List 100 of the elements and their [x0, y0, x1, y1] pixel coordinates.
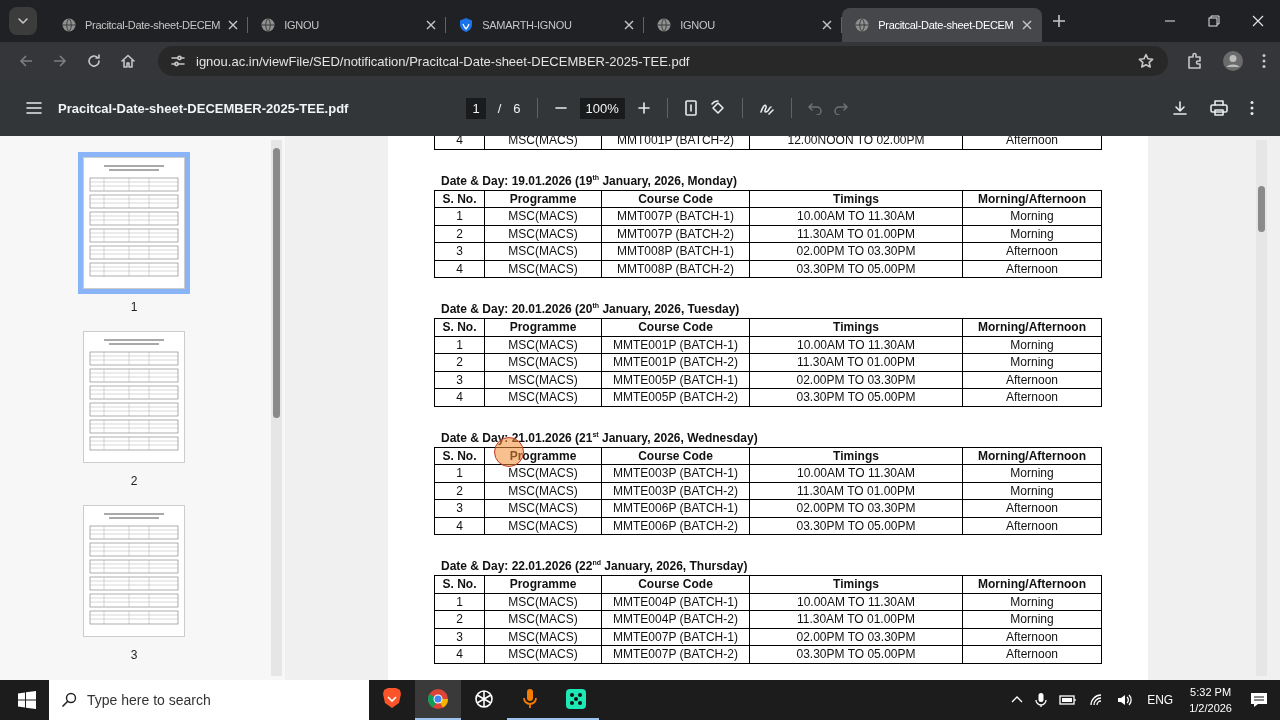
browser-tab[interactable]: SAMARTH-IGNOU — [446, 8, 645, 42]
notifications-icon[interactable] — [1250, 692, 1268, 708]
reload-icon[interactable] — [86, 53, 102, 69]
table-cell: MSC(MACS) — [485, 243, 602, 261]
table-cell: MSC(MACS) — [485, 500, 602, 518]
language-indicator[interactable]: ENG — [1147, 693, 1174, 707]
speaker-icon[interactable] — [1117, 693, 1134, 707]
table-cell: 4 — [435, 260, 485, 278]
close-icon[interactable] — [426, 20, 437, 30]
date-heading: Date & Day: 20.01.2026 (20$^{th}$ January, 2026, Tuesday) — [440, 301, 741, 317]
scrollbar[interactable] — [1256, 140, 1267, 676]
close-icon[interactable] — [1252, 15, 1264, 27]
table-cell: Afternoon — [963, 389, 1102, 407]
table-cell: MSC(MACS) — [485, 646, 602, 664]
table-cell: Morning — [963, 225, 1102, 243]
download-icon[interactable] — [1172, 100, 1188, 116]
clock-time[interactable]: 5:32 PM — [1190, 684, 1232, 700]
column-header: S. No. — [435, 447, 485, 465]
table-cell: MMTE005P (BATCH-2) — [602, 389, 750, 407]
redo-icon[interactable] — [833, 101, 848, 115]
globe-icon — [656, 17, 673, 33]
date-heading: Date & Day: 19.01.2026 (19$^{th}$ January, 2026, Monday) — [440, 172, 738, 189]
page-label: 1 — [130, 300, 138, 314]
table-cell: 3 — [435, 243, 485, 261]
column-header: Course Code — [602, 190, 750, 208]
undo-icon[interactable] — [807, 101, 822, 115]
table-cell: Morning — [963, 208, 1102, 226]
battery-icon[interactable] — [1059, 694, 1078, 706]
menu-icon[interactable] — [26, 101, 42, 115]
dice-icon — [564, 687, 588, 711]
microphone-icon[interactable] — [1035, 692, 1048, 708]
table-cell: MMTE004P (BATCH-1) — [602, 593, 750, 611]
avatar-icon[interactable] — [1222, 50, 1244, 72]
zoom-in-icon[interactable] — [636, 101, 651, 115]
more-icon[interactable] — [1262, 53, 1266, 69]
scrollbar[interactable] — [271, 140, 282, 676]
scrollbar-thumb[interactable] — [1258, 186, 1265, 232]
windows-start-icon[interactable] — [18, 691, 36, 709]
extensions-icon[interactable] — [1186, 52, 1204, 70]
table-cell: MSC(MACS) — [485, 354, 602, 372]
zoom-field[interactable]: 100% — [579, 97, 625, 119]
column-header: Morning/Afternoon — [963, 190, 1102, 208]
taskbar-app[interactable] — [415, 680, 461, 720]
search-icon — [61, 692, 77, 708]
table-cell: Afternoon — [963, 628, 1102, 646]
table-cell: 4 — [435, 389, 485, 407]
address-field[interactable]: ignou.ac.in/viewFile/SED/notification/Pracitcal-Date-sheet-DECEMBER-2025-TEE.pdf — [158, 46, 1168, 76]
table-cell: 4 — [435, 517, 485, 535]
table-cell: 10.00AM TO 11.30AM — [750, 336, 963, 354]
close-icon[interactable] — [1021, 20, 1032, 30]
date-heading: Date & Day: 22.01.2026 (22$^{nd}$ January, 2026, Thursday) — [440, 558, 749, 574]
table-cell: MSC(MACS) — [485, 208, 602, 226]
page-number-field[interactable]: 1 — [466, 97, 486, 119]
browser-tab[interactable]: IGNOU — [644, 8, 843, 42]
close-icon[interactable] — [624, 20, 635, 30]
column-header: Timings — [750, 319, 963, 337]
table-cell: 03.30PM TO 05.00PM — [750, 646, 963, 664]
star-icon[interactable] — [1138, 53, 1154, 69]
table-cell: MMTE003P (BATCH-2) — [602, 482, 750, 500]
table-cell: MSC(MACS) — [485, 260, 602, 278]
globe-icon — [854, 17, 871, 33]
page-thumbnail[interactable] — [78, 152, 190, 294]
restore-icon[interactable] — [1208, 15, 1220, 27]
new-tab-icon[interactable] — [1051, 14, 1066, 28]
column-header: Course Code — [602, 319, 750, 337]
browser-tab[interactable]: Pracitcal-Date-sheet-DECEM — [49, 8, 249, 42]
back-icon[interactable] — [18, 53, 34, 69]
browser-tab[interactable]: IGNOU — [248, 8, 447, 42]
close-icon[interactable] — [228, 20, 239, 30]
browser-tab[interactable]: Pracitcal-Date-sheet-DECEM — [842, 8, 1042, 42]
print-icon[interactable] — [1210, 100, 1228, 116]
table-cell: Afternoon — [963, 260, 1102, 278]
table-cell: MMTE004P (BATCH-2) — [602, 611, 750, 629]
table-cell: MSC(MACS) — [485, 389, 602, 407]
table-cell: 03.30PM TO 05.00PM — [750, 260, 963, 278]
column-header: Programme — [485, 576, 602, 594]
site-settings-icon[interactable] — [170, 53, 186, 69]
fit-page-icon[interactable] — [683, 100, 698, 116]
table-cell: Morning — [963, 482, 1102, 500]
table-cell: 3 — [435, 628, 485, 646]
table-cell: Morning — [963, 336, 1102, 354]
column-header: Course Code — [602, 576, 750, 594]
forward-icon[interactable] — [52, 53, 68, 69]
table-cell: MSC(MACS) — [485, 225, 602, 243]
clock-date[interactable]: 1/2/2026 — [1189, 700, 1232, 716]
date-heading: Date & Day: 21.01.2026 (21$^{st}$ January, 2026, Wednesday) — [440, 429, 759, 446]
table-cell: 03.30PM TO 05.00PM — [750, 389, 963, 407]
rotate-icon[interactable] — [709, 100, 726, 116]
table-cell: MMT008P (BATCH-1) — [602, 243, 750, 261]
home-icon[interactable] — [120, 53, 136, 69]
page-separator: / — [497, 100, 502, 116]
table-cell: MSC(MACS) — [485, 371, 602, 389]
table-cell: Afternoon — [963, 646, 1102, 664]
taskbar-search-field[interactable]: Type here to search — [49, 680, 369, 720]
scrollbar-thumb[interactable] — [273, 148, 280, 418]
close-icon[interactable] — [822, 20, 833, 30]
tab-list-icon[interactable] — [9, 7, 37, 35]
more-icon[interactable] — [1250, 100, 1254, 116]
table-cell: 1 — [435, 336, 485, 354]
column-header: Course Code — [602, 447, 750, 465]
